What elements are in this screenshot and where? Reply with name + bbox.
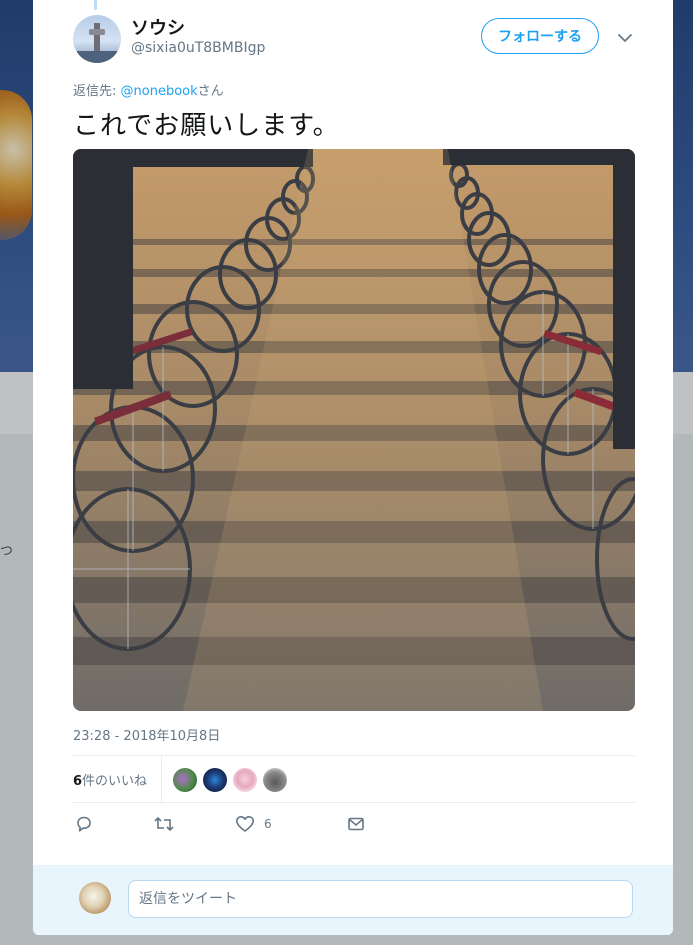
envelope-icon (347, 815, 365, 833)
reply-to-suffix: さん (197, 84, 224, 99)
reply-to-prefix: 返信先: (73, 84, 121, 99)
current-user-avatar (79, 882, 111, 914)
chevron-down-icon[interactable] (615, 28, 635, 48)
thread-connector (94, 0, 97, 10)
like-count: 6 (264, 817, 272, 831)
direct-message-button[interactable] (347, 812, 365, 836)
retweet-icon (153, 815, 175, 833)
reply-icon (75, 815, 93, 833)
reply-composer (33, 865, 673, 935)
liker-avatar[interactable] (233, 768, 257, 792)
reply-to-mention-link[interactable]: @nonebook (121, 84, 198, 99)
author-avatar[interactable] (73, 15, 121, 63)
like-button[interactable]: 6 (235, 812, 272, 836)
liker-avatar[interactable] (263, 768, 287, 792)
author-screen-name[interactable]: @sixia0uT8BMBIgp (131, 40, 265, 56)
tweet-timestamp[interactable]: 23:28 - 2018年10月8日 (73, 725, 220, 744)
likes-count-label: 件のいいね (82, 774, 148, 789)
heart-icon (235, 815, 255, 833)
liker-avatar[interactable] (173, 768, 197, 792)
liker-avatar[interactable] (203, 768, 227, 792)
reply-context: 返信先: @nonebookさん (73, 80, 224, 99)
tweet-actions: 6 (73, 812, 635, 836)
reply-button[interactable] (75, 812, 93, 836)
follow-button[interactable]: フォローする (481, 18, 599, 54)
likes-count-number: 6 (73, 774, 83, 789)
tweet-stats: 6件のいいね (73, 755, 635, 803)
likes-count-link[interactable]: 6件のいいね (73, 770, 147, 789)
bicycle-path-image (73, 149, 635, 711)
retweet-button[interactable] (153, 812, 175, 836)
tweet-modal: ソウシ @sixia0uT8BMBIgp フォローする 返信先: @nonebo… (33, 0, 673, 935)
author-display-name[interactable]: ソウシ (131, 14, 185, 40)
tweet-photo[interactable] (73, 149, 635, 711)
reply-input[interactable] (128, 880, 633, 918)
tweet-text: これでお願いします。 (73, 111, 340, 141)
stats-divider (161, 756, 162, 802)
